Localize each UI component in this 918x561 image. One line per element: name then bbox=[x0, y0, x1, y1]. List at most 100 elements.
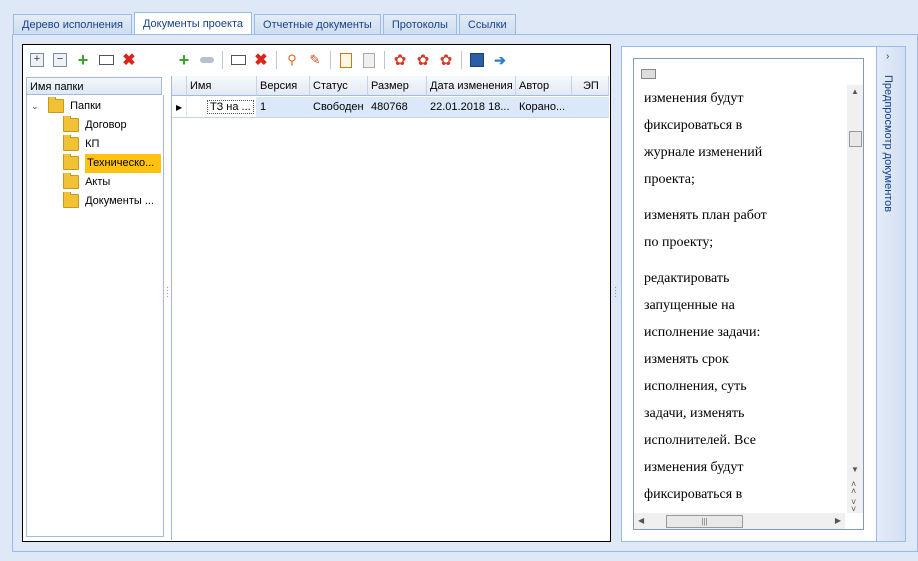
plus-icon: + bbox=[77, 49, 89, 70]
tree-item-contract[interactable]: Договор bbox=[63, 116, 161, 135]
column-header-author[interactable]: Автор bbox=[516, 76, 572, 96]
scroll-right-icon[interactable]: ▶ bbox=[835, 516, 841, 525]
print-button[interactable] bbox=[641, 65, 657, 79]
add-signature-button[interactable]: ✿ bbox=[413, 50, 433, 70]
collapse-all-button[interactable]: − bbox=[50, 50, 70, 70]
tree-item-label: Техническо... bbox=[85, 154, 161, 173]
save-button[interactable] bbox=[467, 50, 487, 70]
tree-item-label: Акты bbox=[85, 176, 111, 188]
preview-side-tab[interactable]: › Предпросмотр документов bbox=[876, 46, 906, 542]
magnifier-icon: ⚲ bbox=[287, 52, 297, 67]
view-versions-button[interactable] bbox=[359, 50, 379, 70]
scroll-up-icon[interactable]: ▲ bbox=[851, 87, 859, 96]
tree-item-acts[interactable]: Акты bbox=[63, 173, 161, 192]
column-header-name[interactable]: Имя bbox=[187, 76, 257, 96]
folder-name-header[interactable]: Имя папки bbox=[26, 77, 162, 95]
row-indicator-icon: ▶ bbox=[172, 97, 187, 118]
document-search-icon bbox=[363, 52, 375, 68]
delete-icon: ✖ bbox=[254, 52, 268, 69]
edit-button[interactable]: ✎ bbox=[305, 50, 325, 70]
add-folder-button[interactable]: + bbox=[73, 50, 93, 70]
page-down-icon[interactable]: ˅ ˅ bbox=[851, 498, 856, 514]
folder-icon bbox=[63, 116, 79, 133]
column-header-size[interactable]: Размер bbox=[368, 76, 427, 96]
toolbar-separator bbox=[384, 51, 385, 69]
tab-project-documents[interactable]: Документы проекта bbox=[133, 12, 253, 35]
tree-item-label: Договор bbox=[85, 119, 127, 131]
minus-box-icon: − bbox=[53, 53, 67, 67]
table-cell[interactable]: Корано... bbox=[516, 97, 572, 118]
certificate-icon: ✿ bbox=[393, 52, 407, 69]
delete-folder-button[interactable]: ✖ bbox=[119, 50, 139, 70]
paragraph: изменения будут фиксироваться в журнале … bbox=[644, 91, 763, 187]
tree-item-kp[interactable]: КП bbox=[63, 135, 161, 154]
new-version-button[interactable] bbox=[336, 50, 356, 70]
verify-signature-button[interactable]: ✿ bbox=[436, 50, 456, 70]
chevron-down-icon[interactable]: ⌄ bbox=[31, 97, 41, 116]
tree-item-documents[interactable]: Документы ... bbox=[63, 192, 161, 211]
tab-protocols[interactable]: Протоколы bbox=[382, 14, 457, 35]
plus-box-icon: + bbox=[30, 53, 44, 67]
tree-item-label: КП bbox=[85, 138, 100, 150]
left-splitter[interactable]: · · · · bbox=[166, 283, 170, 302]
vertical-scrollbar[interactable]: ▲ ▼ ˄ ˄ ˅ ˅ bbox=[847, 85, 863, 514]
column-header-version[interactable]: Версия bbox=[257, 76, 310, 96]
folder-icon bbox=[63, 154, 79, 171]
document-version-icon bbox=[340, 52, 352, 68]
horizontal-scrollbar[interactable]: ◀ ||| ▶ bbox=[634, 513, 845, 529]
paragraph: изменять план работ по проекту; bbox=[644, 208, 767, 250]
rename-document-button[interactable] bbox=[228, 50, 248, 70]
table-cell[interactable]: 1 bbox=[257, 97, 310, 118]
tab-strip: Дерево исполнения Документы проекта Отче… bbox=[13, 12, 518, 35]
scroll-thumb[interactable]: ||| bbox=[666, 515, 743, 528]
certificate-add-icon: ✿ bbox=[416, 52, 430, 69]
folder-icon bbox=[48, 97, 65, 114]
tree-root-label: Папки bbox=[70, 100, 102, 112]
tab-report-documents[interactable]: Отчетные документы bbox=[254, 14, 381, 35]
scanner-icon bbox=[200, 57, 214, 63]
scan-button[interactable] bbox=[197, 50, 217, 70]
document-text: изменения будут фиксироваться в журнале … bbox=[644, 85, 789, 517]
scroll-left-icon[interactable]: ◀ bbox=[638, 516, 644, 525]
right-splitter[interactable]: · · · · bbox=[614, 283, 618, 302]
sign-button[interactable]: ✿ bbox=[390, 50, 410, 70]
tab-execution-tree[interactable]: Дерево исполнения bbox=[13, 14, 132, 35]
find-button[interactable]: ⚲ bbox=[282, 50, 302, 70]
column-header-modified[interactable]: Дата изменения bbox=[427, 76, 516, 96]
rename-folder-button[interactable] bbox=[96, 50, 116, 70]
export-arrow-icon: ➔ bbox=[494, 51, 506, 68]
expand-all-button[interactable]: + bbox=[27, 50, 47, 70]
rename-icon bbox=[98, 55, 114, 65]
certificate-check-icon: ✿ bbox=[439, 52, 453, 69]
table-cell[interactable]: 22.01.2018 18... bbox=[427, 97, 516, 118]
folder-icon bbox=[63, 192, 79, 209]
toolbar-separator bbox=[461, 51, 462, 69]
toolbar-separator bbox=[222, 51, 223, 69]
folder-toolbar: + − + ✖ bbox=[27, 47, 139, 73]
tree-root[interactable]: ⌄ Папки bbox=[31, 97, 101, 116]
tree-item-technical[interactable]: Техническо... bbox=[63, 154, 161, 173]
toolbar-separator bbox=[330, 51, 331, 69]
tab-links[interactable]: Ссылки bbox=[458, 14, 516, 35]
column-header-status[interactable]: Статус bbox=[310, 76, 368, 96]
table-cell[interactable]: ТЗ на ... bbox=[187, 97, 257, 118]
delete-document-button[interactable]: ✖ bbox=[251, 50, 271, 70]
delete-icon: ✖ bbox=[122, 52, 136, 69]
table-cell[interactable]: 480768 bbox=[368, 97, 427, 118]
chevron-right-icon[interactable]: › bbox=[886, 51, 889, 62]
floppy-icon bbox=[470, 53, 484, 67]
add-document-button[interactable]: + bbox=[174, 50, 194, 70]
documents-grid: Имя Версия Статус Размер Дата изменения … bbox=[171, 76, 610, 540]
toolbar-separator bbox=[276, 51, 277, 69]
pencil-icon: ✎ bbox=[309, 52, 321, 67]
table-cell[interactable] bbox=[572, 97, 609, 118]
scroll-thumb[interactable] bbox=[849, 131, 862, 147]
printer-icon bbox=[641, 69, 656, 79]
paragraph: редактировать запущенные на исполнение з… bbox=[644, 271, 761, 502]
folder-icon bbox=[63, 135, 79, 152]
column-header-signature[interactable]: ЭП bbox=[572, 76, 609, 96]
table-cell[interactable]: Свободен bbox=[310, 97, 368, 118]
export-button[interactable]: ➔ bbox=[490, 50, 510, 70]
scroll-down-icon[interactable]: ▼ bbox=[851, 465, 859, 474]
page-up-icon[interactable]: ˄ ˄ bbox=[851, 480, 856, 496]
